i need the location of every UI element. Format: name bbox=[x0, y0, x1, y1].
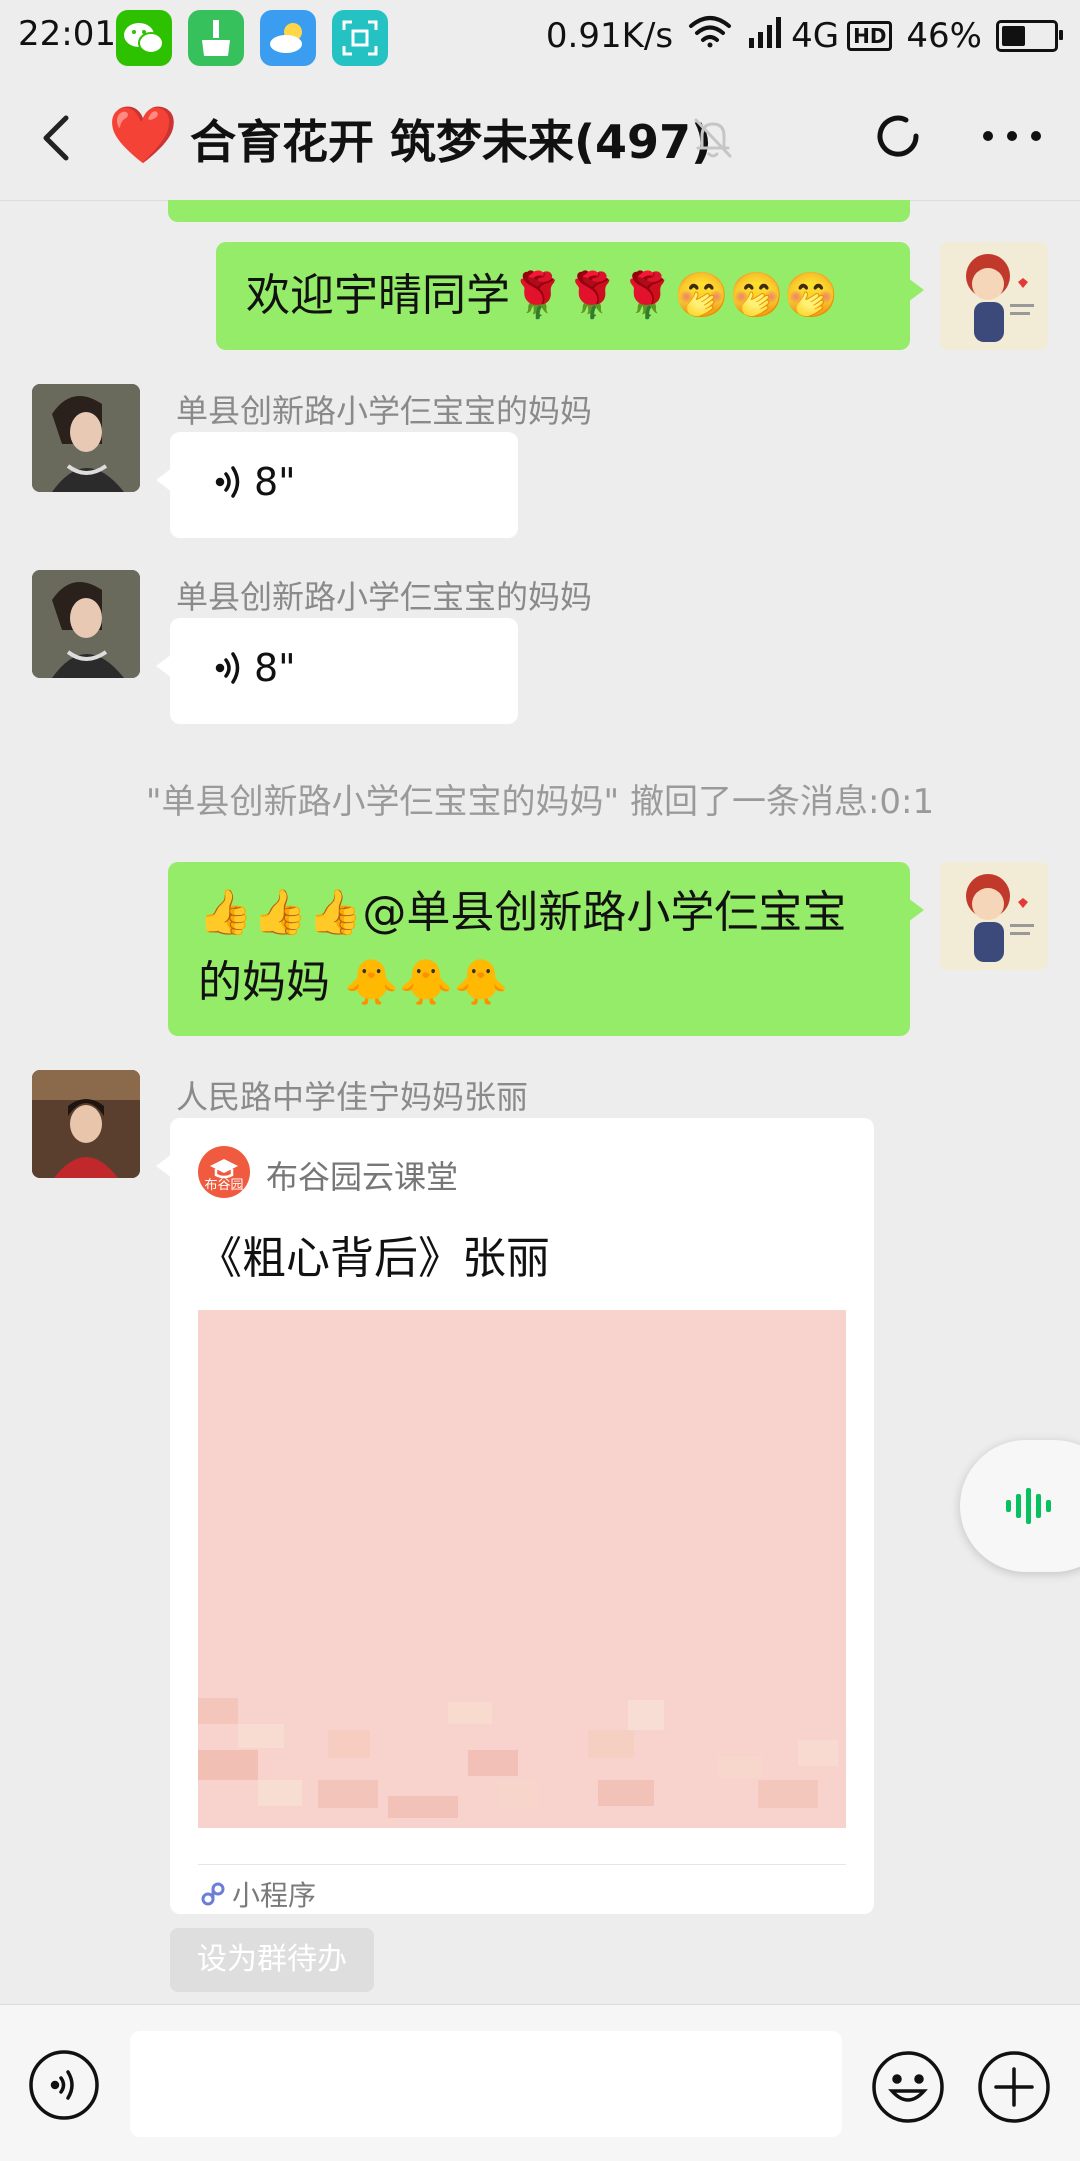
chevron-left-icon bbox=[43, 115, 69, 161]
self-avatar[interactable] bbox=[940, 862, 1048, 970]
status-indicators: 0.91K/s 4G HD 46% bbox=[545, 14, 1063, 57]
refresh-button[interactable] bbox=[868, 106, 928, 166]
miniprogram-card[interactable]: 布谷园 布谷园云课堂 《粗心背后》张丽 小程序 bbox=[156, 1118, 874, 1914]
wifi-icon bbox=[687, 14, 733, 57]
signal-icon bbox=[747, 14, 787, 57]
voice-input-toggle[interactable] bbox=[28, 2049, 100, 2121]
sender-name: 单县创新路小学仨宝宝的妈妈 bbox=[176, 392, 593, 430]
more-button[interactable] bbox=[972, 106, 1052, 166]
message-text: 👍👍👍@单县创新路小学仨宝宝的妈妈 🐥🐥🐥 bbox=[198, 887, 847, 1008]
more-functions-button[interactable] bbox=[976, 2049, 1052, 2125]
wechat-icon bbox=[116, 10, 172, 66]
plus-icon bbox=[978, 2051, 1050, 2123]
chat-input-bar bbox=[0, 2004, 1080, 2161]
floating-voice-button[interactable] bbox=[960, 1440, 1080, 1572]
sender-name: 单县创新路小学仨宝宝的妈妈 bbox=[176, 578, 593, 616]
weather-icon bbox=[260, 10, 316, 66]
sender-avatar[interactable] bbox=[32, 1070, 140, 1178]
message-bubble[interactable]: 👍👍👍@单县创新路小学仨宝宝的妈妈 🐥🐥🐥 bbox=[168, 862, 924, 1036]
audio-wave-icon bbox=[1006, 1488, 1051, 1524]
voice-wave-icon bbox=[215, 466, 240, 498]
card-divider bbox=[198, 1864, 846, 1865]
set-group-todo-button[interactable]: 设为群待办 bbox=[170, 1928, 374, 1992]
voice-message-bubble[interactable]: 8" bbox=[156, 618, 518, 724]
emoji-button[interactable] bbox=[870, 2049, 946, 2125]
sender-avatar[interactable] bbox=[32, 570, 140, 678]
voice-duration: 8" bbox=[254, 460, 296, 504]
message-bubble[interactable]: 欢迎宇晴同学🌹🌹🌹🤭🤭🤭 bbox=[216, 242, 924, 350]
status-bar: 22:01 0.91K/s 4G HD 46% bbox=[0, 0, 1080, 76]
message-input[interactable] bbox=[130, 2031, 842, 2137]
battery-icon bbox=[996, 19, 1063, 52]
recall-notice: "单县创新路小学仨宝宝的妈妈" 撤回了一条消息:0:1 bbox=[145, 782, 935, 822]
voice-message-bubble[interactable]: 8" bbox=[156, 432, 518, 538]
more-dots-icon bbox=[983, 131, 1041, 141]
miniprogram-label: 小程序 bbox=[232, 1879, 317, 1912]
voice-icon bbox=[29, 2050, 99, 2120]
chat-title: 合育花开 筑梦未来(497) bbox=[190, 115, 713, 169]
mute-bell-icon bbox=[690, 114, 736, 162]
previous-message-bubble bbox=[168, 200, 910, 222]
miniprogram-logo: 布谷园 bbox=[198, 1146, 250, 1198]
voice-wave-icon bbox=[215, 652, 240, 684]
refresh-icon bbox=[877, 115, 919, 157]
self-avatar[interactable] bbox=[940, 242, 1048, 350]
sender-avatar[interactable] bbox=[32, 384, 140, 492]
back-button[interactable] bbox=[30, 108, 86, 168]
heart-emoji: ❤️ bbox=[108, 103, 178, 168]
miniprogram-logo-text: 布谷园 bbox=[204, 1178, 244, 1193]
message-text: 欢迎宇晴同学🌹🌹🌹🤭🤭🤭 bbox=[246, 270, 839, 321]
miniprogram-link-icon bbox=[201, 1882, 225, 1906]
status-time: 22:01 bbox=[18, 14, 116, 54]
voice-duration: 8" bbox=[254, 646, 296, 690]
chat-header: ❤️ 合育花开 筑梦未来(497) bbox=[0, 76, 1080, 201]
sender-name: 人民路中学佳宁妈妈张丽 bbox=[176, 1078, 529, 1116]
cleaner-icon bbox=[188, 10, 244, 66]
net-speed: 0.91K/s bbox=[545, 15, 674, 56]
smiley-icon bbox=[872, 2051, 944, 2123]
miniprogram-cover-image bbox=[198, 1310, 846, 1828]
message-list[interactable]: 欢迎宇晴同学🌹🌹🌹🤭🤭🤭 单县创新路小学仨宝宝的妈妈 8" 单县创新路小学仨宝宝… bbox=[0, 200, 1080, 2004]
network-type: 4G bbox=[791, 15, 840, 56]
miniprogram-title: 《粗心背后》张丽 bbox=[198, 1233, 550, 1284]
scan-icon bbox=[332, 10, 388, 66]
miniprogram-footer: 小程序 bbox=[200, 1874, 316, 1914]
hd-badge: HD bbox=[847, 20, 893, 51]
miniprogram-app-name: 布谷园云课堂 bbox=[266, 1158, 459, 1196]
battery-percent: 46% bbox=[906, 15, 982, 56]
